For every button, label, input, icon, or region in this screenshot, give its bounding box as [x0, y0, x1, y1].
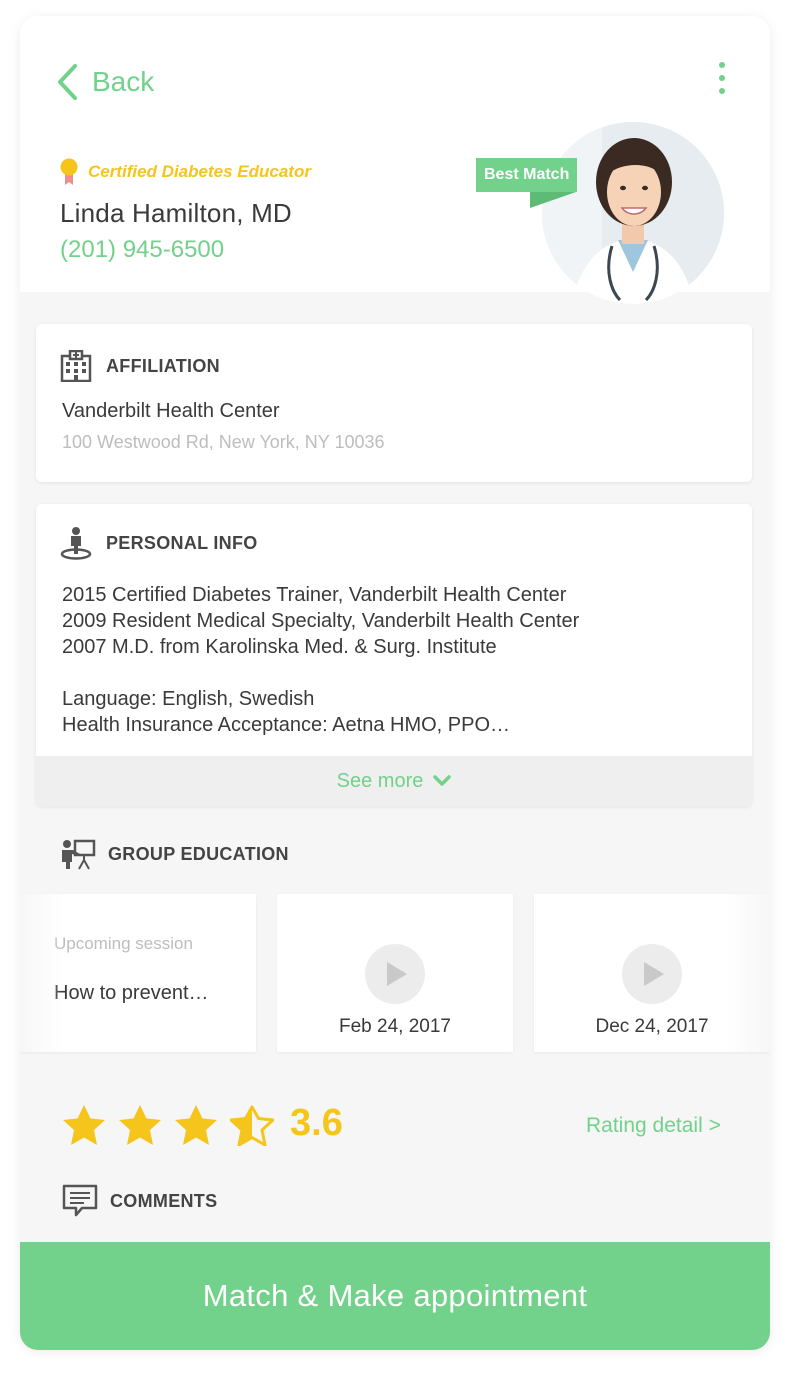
history-line: 2009 Resident Medical Specialty, Vanderb… [62, 610, 580, 632]
doctor-avatar [542, 122, 724, 304]
play-icon [644, 962, 664, 986]
star-half-icon [230, 1105, 274, 1146]
award-medal-icon [60, 158, 78, 185]
match-appointment-label: Match & Make appointment [202, 1278, 588, 1313]
best-match-badge: Best Match [476, 158, 578, 192]
match-appointment-button[interactable]: Match & Make appointment [20, 1242, 770, 1350]
presenter-icon [62, 839, 96, 870]
see-more-label: See more [336, 769, 424, 792]
language-line: Language: English, Swedish [62, 688, 315, 710]
group-education-title: GROUP EDUCATION [108, 843, 289, 864]
affiliation-address: 100 Westwood Rd, New York, NY 10036 [62, 432, 385, 452]
session-date: Dec 24, 2017 [595, 1016, 709, 1037]
certification-row: Certified Diabetes Educator [60, 158, 311, 186]
affiliation-header: AFFILIATION [60, 350, 220, 382]
doctor-name: Linda Hamilton, MD [60, 198, 292, 228]
insurance-line: Health Insurance Acceptance: Aetna HMO, … [62, 714, 511, 736]
badge-tail [530, 192, 576, 208]
rating-value: 3.6 [290, 1102, 343, 1144]
profile-header: Back Certified Diabetes Educator Linda H… [20, 16, 770, 304]
play-icon [387, 962, 407, 986]
person-pin-icon [60, 527, 92, 560]
back-label: Back [92, 66, 155, 97]
rating-stars [62, 1104, 274, 1146]
personal-info-header: PERSONAL INFO [60, 526, 258, 560]
affiliation-name: Vanderbilt Health Center [62, 400, 280, 422]
back-button[interactable]: Back [56, 62, 154, 102]
session-subtitle: Upcoming session [54, 934, 193, 953]
session-tile-video[interactable]: Dec 24, 2017 [534, 894, 770, 1052]
personal-info-card: PERSONAL INFO 2015 Certified Diabetes Tr… [36, 504, 752, 806]
personal-info-title: PERSONAL INFO [106, 532, 258, 553]
session-date: Feb 24, 2017 [339, 1016, 451, 1037]
star-full-icon [175, 1105, 217, 1145]
session-tile-upcoming[interactable]: Upcoming session How to prevent… [20, 894, 256, 1052]
back-chevron-icon [58, 64, 77, 100]
personal-info-text: 2015 Certified Diabetes Trainer, Vanderb… [62, 582, 579, 738]
group-education-header: GROUP EDUCATION [60, 838, 289, 870]
play-button[interactable] [365, 944, 425, 1004]
doctor-phone-link[interactable]: (201) 945-6500 [60, 236, 224, 264]
see-more-button[interactable]: See more [36, 756, 752, 806]
star-full-icon [119, 1105, 161, 1145]
session-title: How to prevent… [54, 982, 209, 1004]
affiliation-card: AFFILIATION Vanderbilt Health Center 100… [36, 324, 752, 482]
comments-header: COMMENTS [62, 1184, 217, 1218]
more-options-button[interactable] [712, 60, 732, 96]
play-button[interactable] [622, 944, 682, 1004]
history-line: 2015 Certified Diabetes Trainer, Vanderb… [62, 584, 567, 606]
rating-detail-link[interactable]: Rating detail > [586, 1114, 721, 1138]
star-full-icon [63, 1105, 105, 1145]
comment-bubble-icon [62, 1184, 98, 1217]
affiliation-title: AFFILIATION [106, 355, 220, 376]
certification-label: Certified Diabetes Educator [88, 162, 311, 181]
hospital-building-icon [60, 350, 92, 382]
session-tile-video[interactable]: Feb 24, 2017 [277, 894, 513, 1052]
comments-title: COMMENTS [110, 1190, 218, 1211]
history-line: 2007 M.D. from Karolinska Med. & Surg. I… [62, 636, 497, 658]
chevron-down-icon [433, 775, 452, 786]
doctor-profile-screen: Back Certified Diabetes Educator Linda H… [20, 16, 770, 1350]
